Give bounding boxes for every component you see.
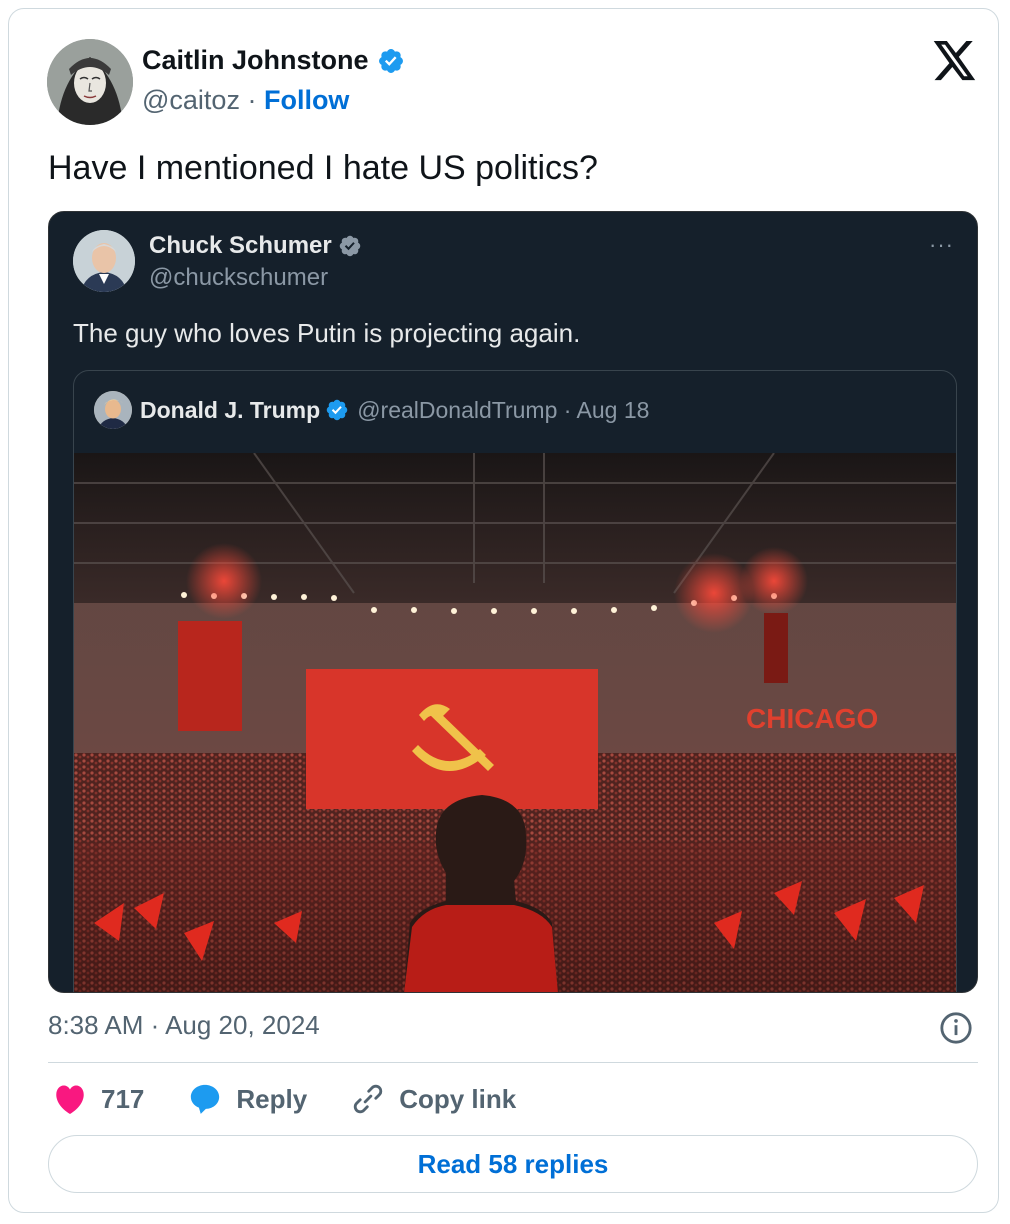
link-icon [354,1084,383,1114]
inner-quote-meta: @realDonaldTrump · Aug 18 [357,397,649,424]
author-handle[interactable]: @caitoz [142,85,240,115]
quote-author-name-text: Chuck Schumer [149,232,332,259]
verified-badge-icon [378,48,403,73]
tweet-card: Caitlin Johnstone @caitoz · Follow Have … [8,8,999,1213]
quote-text: The guy who loves Putin is projecting ag… [73,318,581,348]
quote-author-handle[interactable]: @chuckschumer [149,264,328,292]
heart-icon [56,1085,84,1115]
reply-bubble-icon [191,1084,220,1114]
copy-link-label: Copy link [399,1083,517,1114]
inner-quote-header: Donald J. Trump @realDonaldTrump · Aug 1… [94,391,649,429]
verified-badge-icon [326,399,348,421]
reply-button[interactable]: Reply [188,1082,307,1116]
inner-avatar-illustration [94,391,132,429]
avatar-illustration [47,39,133,125]
verified-badge-icon [339,235,360,257]
inner-quoted-tweet[interactable]: Donald J. Trump @realDonaldTrump · Aug 1… [73,370,957,992]
author-meta: @caitoz · Follow [142,85,349,116]
chicago-sign: CHICAGO [746,703,878,734]
read-replies-button[interactable]: Read 58 replies [48,1135,978,1193]
copy-link-button[interactable]: Copy link [351,1082,516,1116]
like-button[interactable]: 717 [53,1083,144,1115]
quoted-tweet[interactable]: Chuck Schumer @chuckschumer ··· The guy … [48,211,978,993]
reply-label: Reply [236,1083,308,1114]
follow-button[interactable]: Follow [264,85,349,115]
tweet-text: Have I mentioned I hate US politics? [48,149,598,187]
inner-quote-avatar[interactable] [94,391,132,429]
quote-author-name[interactable]: Chuck Schumer [149,232,362,260]
inner-quote-author-name[interactable]: Donald J. Trump [140,397,349,424]
action-bar: 717 Reply Copy link [53,1079,560,1119]
media-image[interactable]: CHICAGO [74,453,956,992]
inner-quote-date[interactable]: Aug 18 [577,397,650,423]
x-logo-icon[interactable] [933,41,977,81]
author-name-text: Caitlin Johnstone [142,45,369,75]
more-dots-icon[interactable]: ··· [929,232,954,258]
inner-quote-handle[interactable]: @realDonaldTrump [357,397,557,423]
like-count: 717 [101,1083,145,1114]
inner-quote-author-name-text: Donald J. Trump [140,396,321,423]
arena-rally-image: CHICAGO [74,453,956,992]
info-icon[interactable] [939,1011,973,1045]
quote-avatar[interactable] [73,230,135,292]
avatar[interactable] [47,39,133,125]
quote-avatar-illustration [73,230,135,292]
divider [48,1062,978,1063]
author-name[interactable]: Caitlin Johnstone [142,45,405,76]
meta-separator: · [239,85,264,115]
inner-meta-separator: · [557,396,577,423]
tweet-timestamp[interactable]: 8:38 AM · Aug 20, 2024 [48,1010,320,1041]
